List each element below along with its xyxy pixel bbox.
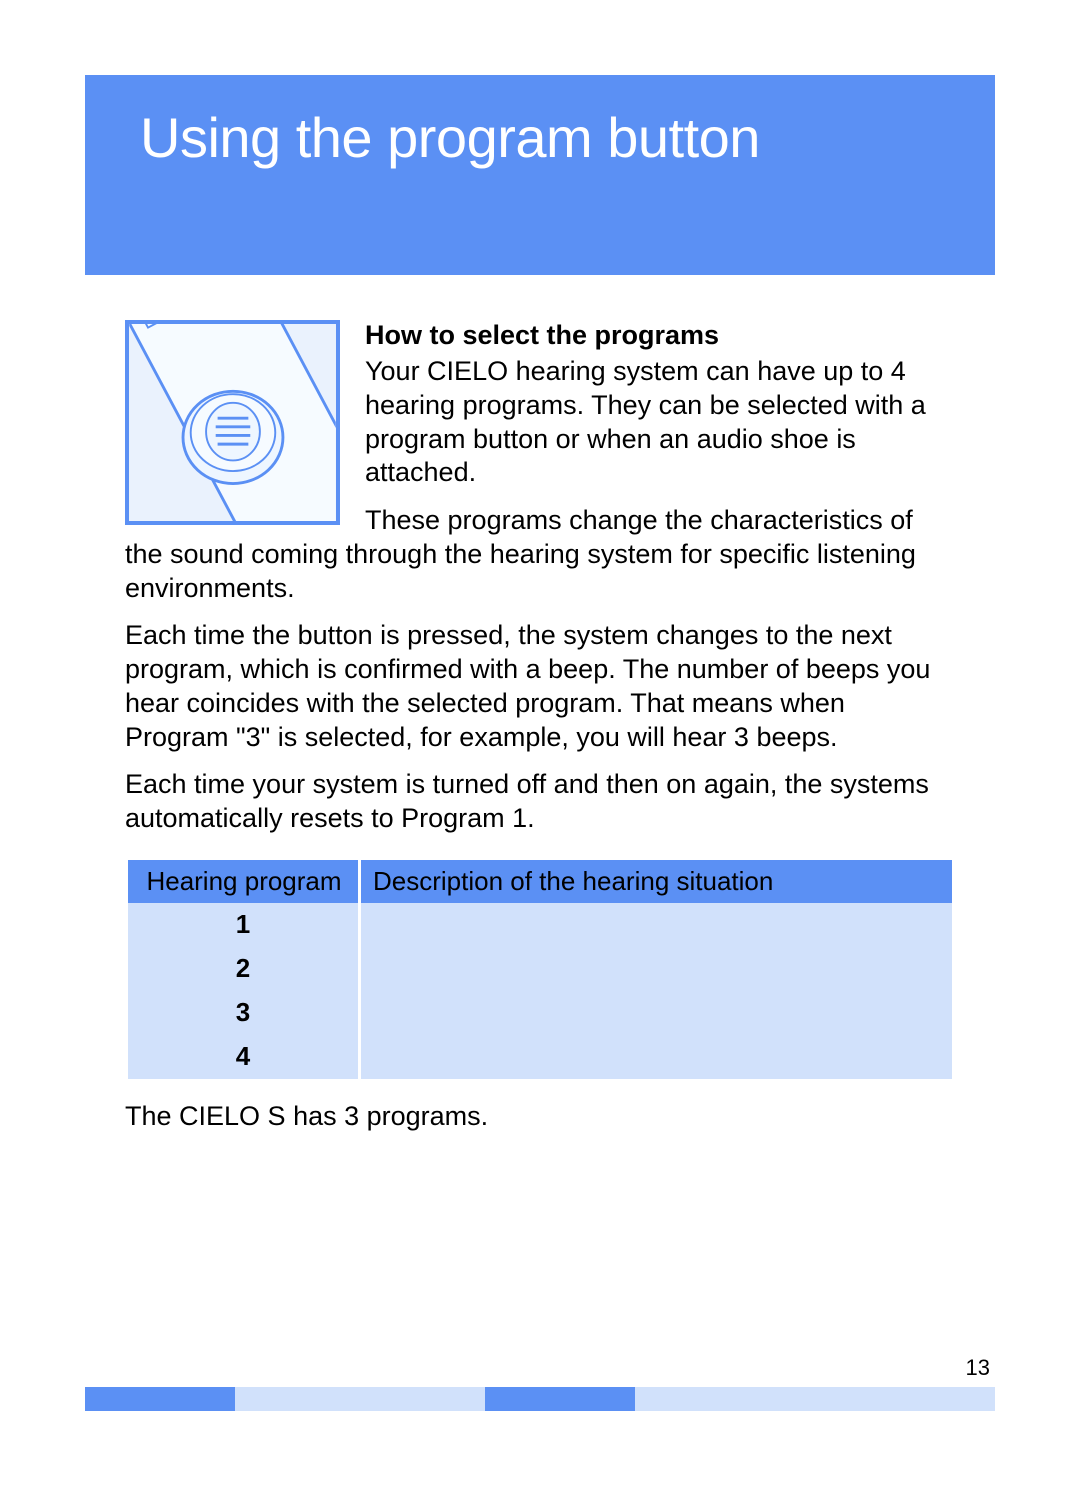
table-row: 2 [128,947,952,991]
footer-stripe [85,1387,995,1411]
footer-segment [235,1387,485,1411]
table-row: 4 [128,1035,952,1079]
cell-description [361,991,952,1035]
table-row: 1 [128,903,952,947]
cell-description [361,1035,952,1079]
page-number: 13 [966,1355,990,1381]
cell-program: 2 [128,947,358,991]
footer-segment [485,1387,635,1411]
page-title: Using the program button [140,105,760,170]
program-button-illustration [125,320,340,525]
table-row: 3 [128,991,952,1035]
th-program: Hearing program [128,860,358,903]
footer-segment [635,1387,995,1411]
cell-description [361,947,952,991]
cell-program: 1 [128,903,358,947]
paragraph-4: Each time your system is turned off and … [125,768,955,836]
cell-description [361,903,952,947]
content: How to select the programs Your CIELO he… [125,320,955,1132]
programs-table: Hearing program Description of the heari… [125,860,955,1079]
programs-table-wrap: Hearing program Description of the heari… [125,860,955,1079]
footer-segment [85,1387,235,1411]
footnote: The CIELO S has 3 programs. [125,1101,955,1132]
th-description: Description of the hearing situation [361,860,952,903]
cell-program: 3 [128,991,358,1035]
cell-program: 4 [128,1035,358,1079]
paragraph-3: Each time the button is pressed, the sys… [125,619,955,754]
